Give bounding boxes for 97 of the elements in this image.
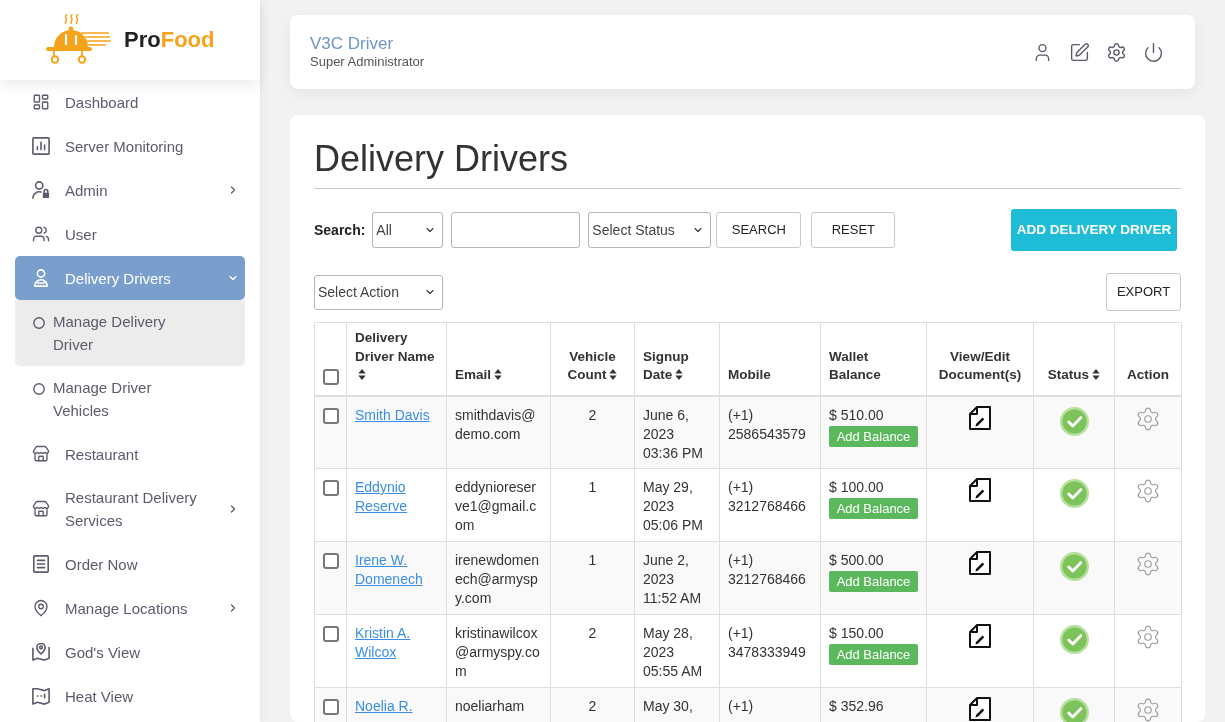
document-edit-icon[interactable] — [969, 551, 991, 575]
column-header: View/Edit Document(s) — [937, 347, 1023, 384]
dashboard-icon — [32, 93, 50, 111]
sidebar-item[interactable]: Heat View — [15, 674, 245, 718]
sidebar-item[interactable]: Server Monitoring — [15, 124, 245, 168]
sidebar-item[interactable]: Order Now — [15, 542, 245, 586]
vehicle-count-text: 1 — [588, 479, 597, 495]
sort-icon[interactable] — [609, 369, 618, 380]
document-edit-icon[interactable] — [969, 624, 991, 648]
email-text: eddynioreserve1@gmail.com — [455, 478, 538, 535]
person-icon — [32, 269, 50, 287]
search-label: Search: — [314, 220, 366, 240]
email-text: irenewdomenech@armyspy.com — [455, 551, 541, 608]
logo-icon — [45, 14, 113, 66]
signup-date-text: June 2, 2023 11:52 AM — [643, 551, 703, 608]
checkbox[interactable] — [323, 626, 339, 642]
column-header: Wallet Balance — [829, 347, 882, 384]
balance-text: $ 510.00 — [829, 406, 884, 423]
logo-text: ProFood — [124, 29, 215, 51]
sort-icon[interactable] — [675, 369, 684, 380]
balance-text: $ 100.00 — [829, 479, 884, 495]
action-dropdown[interactable]: Select Action — [314, 274, 443, 310]
status-dropdown[interactable]: Select Status — [588, 212, 712, 248]
vehicle-count-text: 2 — [588, 406, 597, 423]
gear-icon[interactable] — [1135, 624, 1161, 650]
document-edit-icon[interactable] — [969, 697, 991, 721]
submenu-item[interactable]: Manage Delivery Driver — [15, 300, 245, 366]
checkbox[interactable] — [323, 699, 339, 715]
vehicle-count-text: 2 — [588, 625, 597, 641]
vehicle-count-text: 2 — [588, 698, 597, 714]
mobile-text: (+1) 3212768466 — [728, 478, 807, 516]
sidebar-item[interactable]: Dashboard — [15, 80, 245, 124]
document-edit-icon[interactable] — [969, 478, 991, 502]
mobile-text: (+1) 3212768466 — [728, 551, 807, 589]
power-icon[interactable] — [1143, 41, 1164, 63]
field-dropdown[interactable]: All — [372, 212, 444, 248]
status-check-icon[interactable] — [1059, 406, 1089, 436]
sidebar-item[interactable]: Restaurant Delivery Services — [15, 476, 245, 542]
store-icon — [32, 445, 50, 463]
checkbox[interactable] — [323, 480, 339, 496]
bar-chart-icon — [32, 137, 50, 155]
vehicle-count-text: 1 — [588, 552, 597, 568]
sort-icon[interactable] — [1092, 369, 1101, 380]
status-check-icon[interactable] — [1059, 479, 1089, 508]
mobile-text: (+1) — [728, 697, 754, 716]
map-icon — [32, 643, 50, 661]
sidebar-item[interactable]: God's View — [15, 630, 245, 674]
edit-icon[interactable] — [1069, 41, 1090, 63]
map-dots-icon — [32, 687, 50, 705]
column-header[interactable]: Status — [1047, 366, 1101, 385]
status-check-icon[interactable] — [1059, 552, 1089, 581]
signup-date-text: June 6, 2023 03:36 PM — [643, 405, 704, 463]
mobile-text: (+1) 3478333949 — [728, 624, 807, 662]
column-header: Action — [1127, 366, 1169, 384]
user-role: Super Administrator — [310, 54, 425, 70]
signup-date-text: May 30, — [643, 697, 693, 716]
email-text: kristinawilcox@armyspy.com — [455, 624, 541, 681]
user-name: V3C Driver — [310, 34, 395, 54]
page-title: Delivery Drivers — [314, 137, 569, 181]
checkbox[interactable] — [323, 553, 339, 569]
status-check-icon[interactable] — [1059, 698, 1089, 722]
map-pin-icon — [32, 599, 50, 617]
circle-icon — [33, 383, 45, 395]
search-button[interactable]: SEARCH — [716, 212, 802, 248]
column-header: Mobile — [728, 366, 771, 384]
sidebar-item[interactable]: Restaurant — [15, 432, 245, 476]
email-text: noeliarham — [455, 697, 525, 716]
checkbox[interactable] — [323, 407, 339, 424]
gear-icon[interactable] — [1135, 551, 1161, 577]
search-field[interactable] — [451, 212, 581, 248]
signup-date-text: May 28, 2023 05:55 AM — [643, 624, 704, 681]
sort-icon[interactable] — [494, 369, 503, 380]
gear-icon[interactable] — [1135, 697, 1161, 722]
export-button[interactable]: EXPORT — [1106, 273, 1181, 311]
document-icon — [32, 555, 50, 573]
users-icon — [32, 225, 50, 243]
status-check-icon[interactable] — [1059, 625, 1089, 654]
balance-text: $ 352.96 — [829, 698, 884, 714]
user-lock-icon — [32, 181, 50, 199]
balance-text: $ 500.00 — [829, 552, 884, 568]
gear-icon[interactable] — [1135, 478, 1161, 504]
email-text: smithdavis@demo.com — [455, 405, 537, 444]
sidebar-item[interactable]: Manage Locations — [15, 586, 245, 630]
balance-text: $ 150.00 — [829, 625, 884, 641]
settings-icon[interactable] — [1106, 41, 1127, 63]
circle-icon — [33, 317, 45, 329]
sidebar-item[interactable]: Admin — [15, 168, 245, 212]
gear-icon[interactable] — [1135, 405, 1161, 432]
signup-date-text: May 29, 2023 05:06 PM — [643, 478, 704, 535]
reset-button[interactable]: RESET — [811, 212, 896, 248]
column-header[interactable]: Email — [455, 366, 503, 385]
document-edit-icon[interactable] — [969, 405, 991, 430]
checkbox[interactable] — [323, 368, 339, 385]
sidebar-item[interactable]: User — [15, 212, 245, 256]
store-icon — [32, 500, 50, 518]
sort-icon[interactable] — [358, 369, 366, 380]
mobile-text: (+1) 2586543579 — [728, 405, 807, 444]
